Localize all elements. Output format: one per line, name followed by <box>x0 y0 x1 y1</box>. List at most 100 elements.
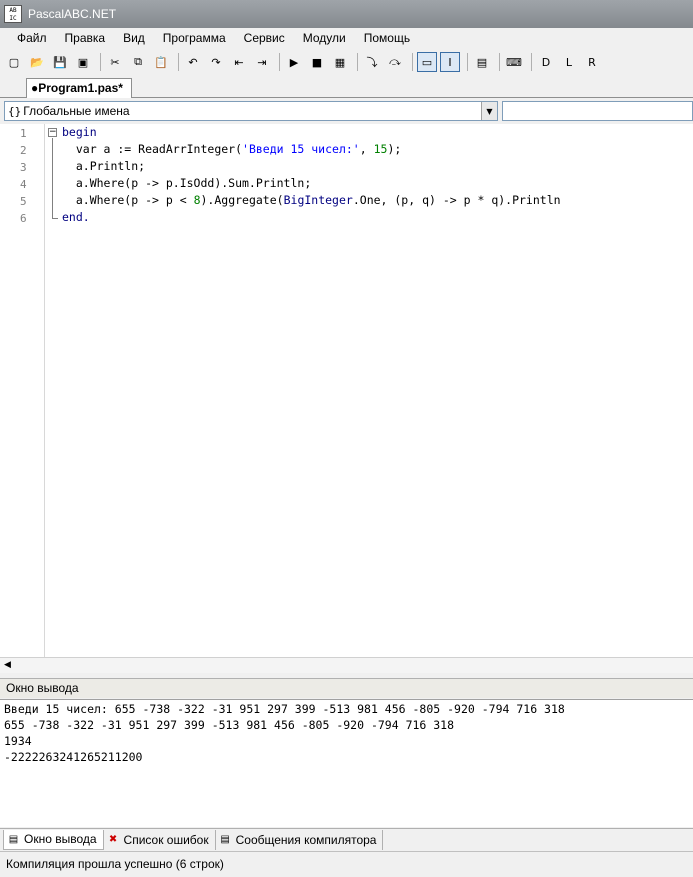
cut-icon[interactable]: ✂ <box>105 52 125 72</box>
redo-icon[interactable]: ↷ <box>206 52 226 72</box>
code-line: a.Where(p -> p.IsOdd).Sum.Println; <box>62 176 311 190</box>
paste-icon[interactable]: 📋 <box>151 52 171 72</box>
toolbar-separator <box>531 53 532 71</box>
code-token: BigInteger <box>283 193 353 207</box>
tab-label: Окно вывода <box>24 832 97 846</box>
menu-item-2[interactable]: Вид <box>114 31 154 45</box>
member-dropdown[interactable] <box>502 101 693 121</box>
toolbar-separator <box>412 53 413 71</box>
output-line: 1934 <box>4 734 32 748</box>
status-bar: Компиляция прошла успешно (6 строк) <box>0 851 693 877</box>
menu-item-5[interactable]: Модули <box>294 31 355 45</box>
line-number: 4 <box>20 178 27 191</box>
line-number: 1 <box>20 127 27 140</box>
code-token: .One, (p, q) -> p * q).Println <box>352 193 561 207</box>
tab-program1[interactable]: ●Program1.pas* <box>26 78 132 98</box>
tab-label: Сообщения компилятора <box>235 832 377 847</box>
tab-label: Список ошибок <box>123 832 209 847</box>
stop-icon[interactable]: ■ <box>307 52 327 72</box>
menu-item-1[interactable]: Правка <box>56 31 115 45</box>
code-token: 'Введи 15 чисел:' <box>242 142 360 156</box>
run-icon[interactable]: ▶ <box>284 52 304 72</box>
fold-guide <box>52 138 53 219</box>
toolbar-separator <box>467 53 468 71</box>
code-token: 15 <box>373 142 388 156</box>
toolbar: ▢ 📂 💾 ▣ ✂ ⧉ 📋 ↶ ↷ ⇤ ⇥ ▶ ■ ▦ ⤵ ⤼ ▭ I ▤ ⌨ D L R <box>0 49 693 75</box>
code-line: a.Where(p -> p < 8).Aggregate(BigInteger… <box>62 193 561 207</box>
output-line: -2222263241265211200 <box>4 750 143 764</box>
menu-item-4[interactable]: Сервис <box>235 31 294 45</box>
fold-collapse-icon[interactable]: − <box>48 128 57 137</box>
undo-icon[interactable]: ↶ <box>183 52 203 72</box>
code-token: ).Aggregate( <box>200 193 284 207</box>
output-line: Введи 15 чисел: 655 -738 -322 -31 951 29… <box>4 702 565 716</box>
navigate-back-icon[interactable]: ⇤ <box>229 52 249 72</box>
tool-r-icon[interactable]: R <box>582 52 602 72</box>
console-output-icon[interactable]: ▭ <box>417 52 437 72</box>
output-window-icon: ▤ <box>8 833 19 845</box>
tool-l-icon[interactable]: L <box>559 52 579 72</box>
code-token: a.Println; <box>62 159 146 173</box>
compiler-messages-icon: ▤ <box>220 834 230 845</box>
copy-icon[interactable]: ⧉ <box>128 52 148 72</box>
code-token: , <box>359 142 374 156</box>
compile-icon[interactable]: ▦ <box>330 52 350 72</box>
code-line: begin <box>62 125 97 139</box>
step-into-icon[interactable]: ⤵ <box>362 52 382 72</box>
save-icon[interactable]: 💾 <box>50 52 70 72</box>
toolbar-separator <box>499 53 500 71</box>
document-tab-strip: ●Program1.pas* <box>0 76 693 98</box>
toolbar-separator <box>178 53 179 71</box>
tool-d-icon[interactable]: D <box>536 52 556 72</box>
code-token: ); <box>387 142 402 156</box>
scope-dropdown[interactable]: {} Глобальные имена ▼ <box>4 101 498 121</box>
line-number: 5 <box>20 195 27 208</box>
gutter-divider <box>44 124 45 657</box>
code-icon[interactable]: ⌨ <box>504 52 524 72</box>
chevron-down-icon[interactable]: ▼ <box>481 102 497 120</box>
code-token: begin <box>62 125 97 139</box>
code-token: a.Where(p -> p < <box>62 193 194 207</box>
namespace-icon: {} <box>8 104 22 118</box>
line-number: 6 <box>20 212 27 225</box>
navigation-bar: {} Глобальные имена ▼ <box>0 99 693 123</box>
code-line: a.Println; <box>62 159 145 173</box>
open-folder-icon[interactable]: 📂 <box>27 52 47 72</box>
scope-label: Глобальные имена <box>23 104 130 118</box>
code-token: a.Where(p -> p.IsOdd).Sum.Println; <box>62 176 312 190</box>
menu-bar: Файл Правка Вид Программа Сервис Модули Помощь <box>0 28 693 48</box>
toolbar-separator <box>279 53 280 71</box>
navigate-forward-icon[interactable]: ⇥ <box>252 52 272 72</box>
menu-item-3[interactable]: Программа <box>154 31 235 45</box>
tab-compiler-messages[interactable]: ▤ Сообщения компилятора <box>216 829 384 850</box>
error-list-icon: ✖ <box>108 834 118 845</box>
code-token: end. <box>62 210 90 224</box>
code-token: var a := ReadArrInteger( <box>62 142 243 156</box>
bottom-panel-tabs: ▤ Окно вывода ✖ Список ошибок ▤ Сообщения ком… <box>0 828 693 850</box>
fold-guide-end <box>52 218 58 219</box>
step-over-icon[interactable]: ⤼ <box>385 52 405 72</box>
horizontal-scrollbar[interactable]: ◀ <box>0 657 693 673</box>
line-number-gutter: 1 2 3 4 5 6 <box>0 124 44 657</box>
menu-item-6[interactable]: Помощь <box>355 31 419 45</box>
code-line: end. <box>62 210 90 224</box>
save-all-icon[interactable]: ▣ <box>73 52 93 72</box>
code-token: 8 <box>193 193 201 207</box>
output-window[interactable]: Введи 15 чисел: 655 -738 -322 -31 951 29… <box>0 699 693 827</box>
tab-error-list[interactable]: ✖ Список ошибок <box>104 829 216 850</box>
scroll-left-icon[interactable]: ◀ <box>4 660 11 670</box>
toolbar-separator <box>357 53 358 71</box>
app-icon: AB IC <box>4 5 22 23</box>
output-panel-header: Окно вывода <box>0 678 693 698</box>
form-icon[interactable]: ▤ <box>472 52 492 72</box>
output-line: 655 -738 -322 -31 951 297 399 -513 981 4… <box>4 718 455 732</box>
menu-item-0[interactable]: Файл <box>8 31 56 45</box>
code-line: var a := ReadArrInteger('Введи 15 чисел:… <box>62 142 401 156</box>
code-editor[interactable]: 1 2 3 4 5 6 − begin var a := ReadArrInteger('… <box>0 124 693 657</box>
line-number: 2 <box>20 144 27 157</box>
new-file-icon[interactable]: ▢ <box>4 52 24 72</box>
tab-output-window[interactable]: ▤ Окно вывода <box>3 829 104 850</box>
text-cursor-icon[interactable]: I <box>440 52 460 72</box>
line-number: 3 <box>20 161 27 174</box>
window-title: PascalABC.NET <box>28 7 117 21</box>
